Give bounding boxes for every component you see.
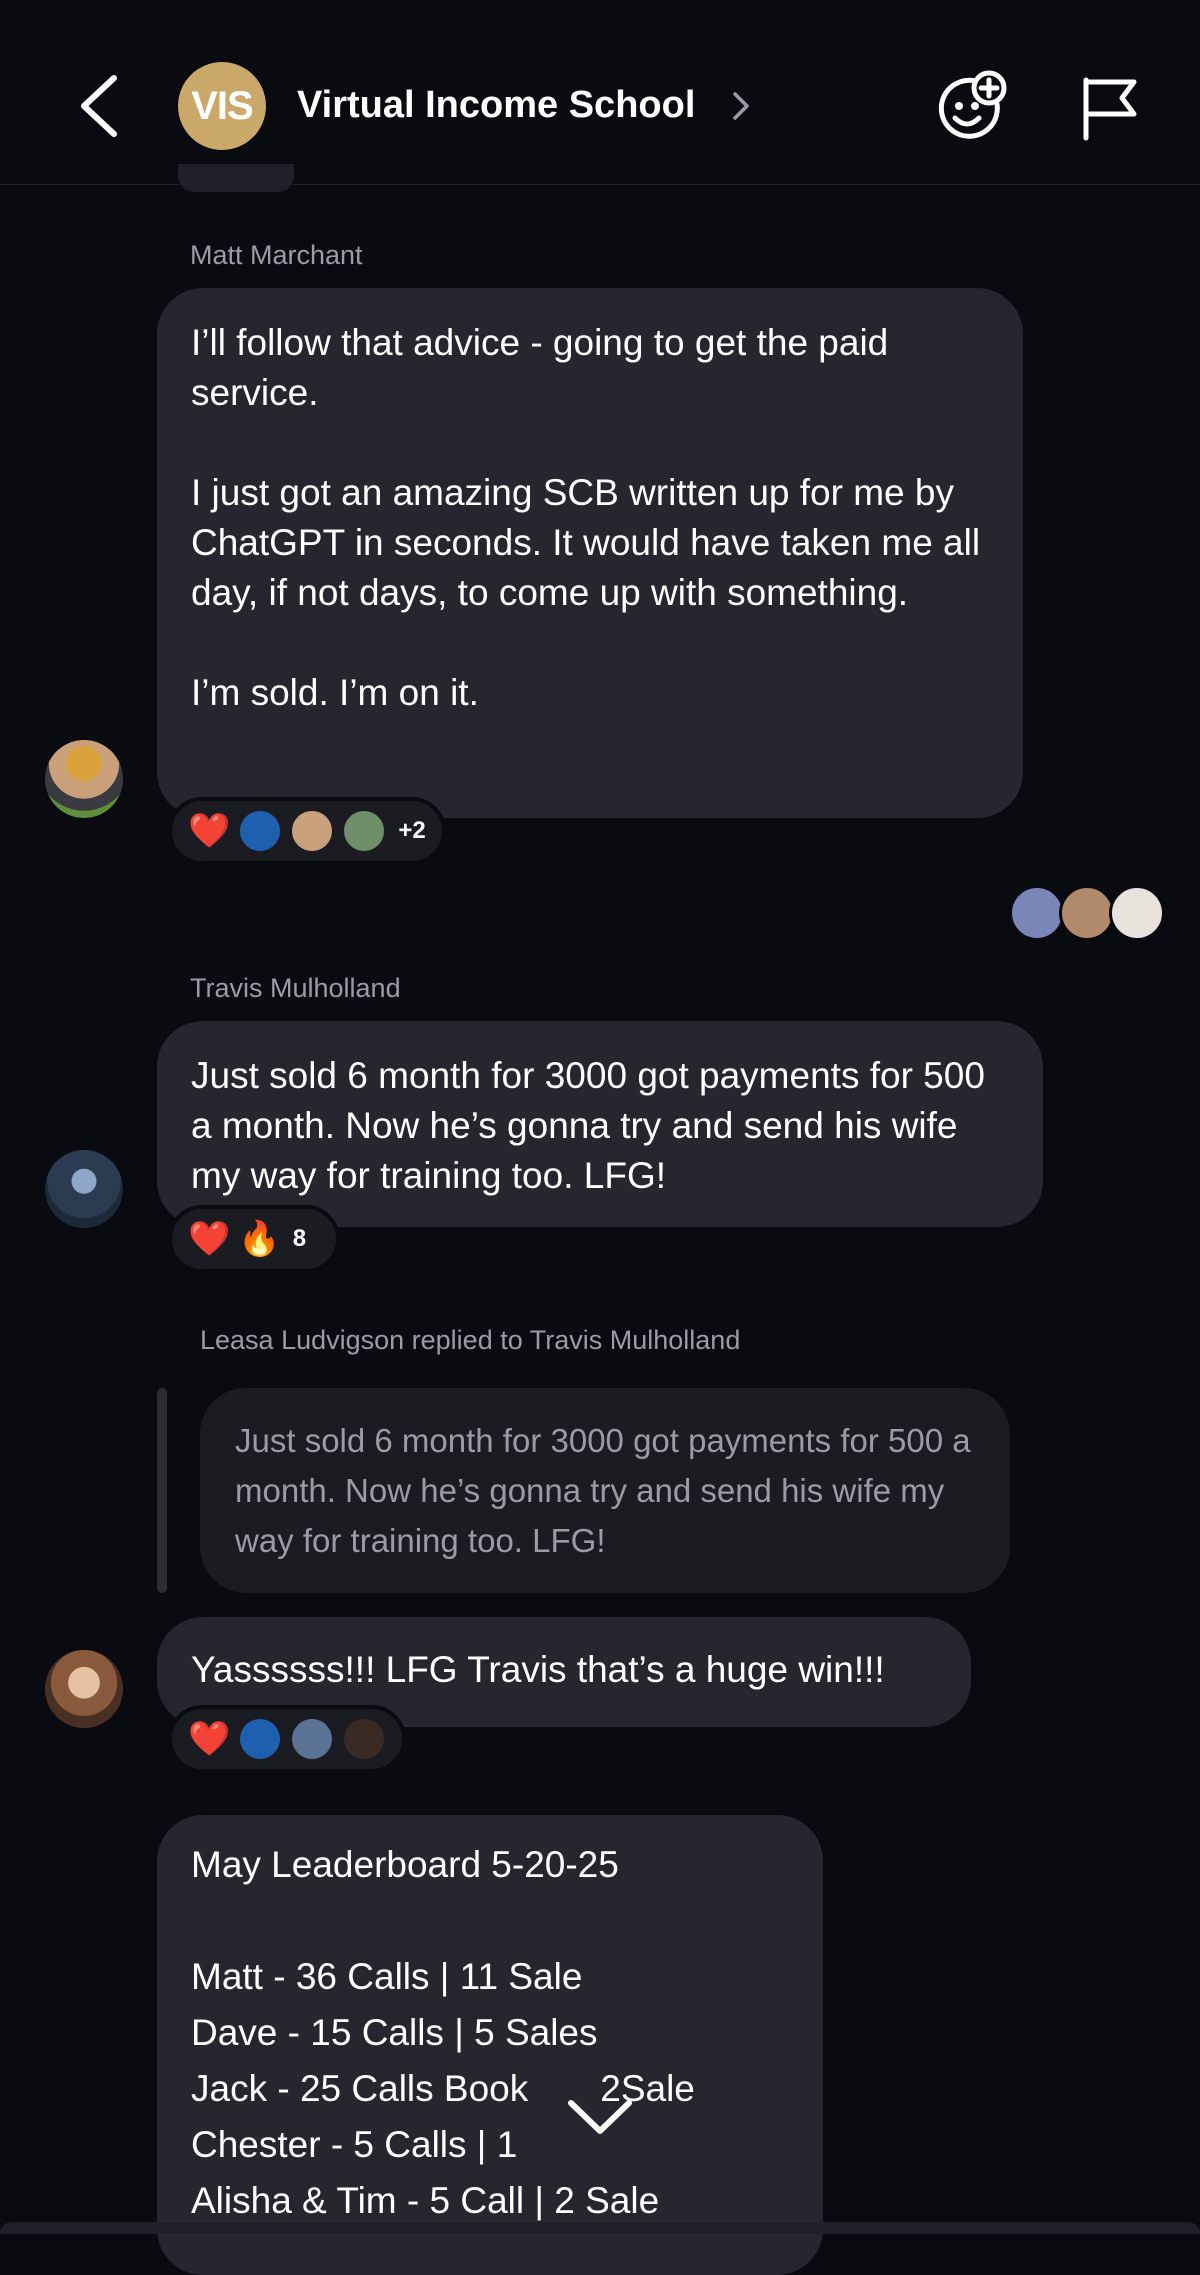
leaderboard-line: Dave - 15 Calls | 5 Sales [191,2012,598,2053]
reaction-count: +2 [398,817,426,844]
message-text: I just got an amazing SCB written up for… [191,472,981,613]
leaderboard-line: Alisha & Tim - 5 Call | 2 Sale [191,2180,660,2221]
fire-icon: 🔥 [238,1220,281,1258]
reader-avatar [1009,885,1065,941]
reactions-bar[interactable]: ❤️ 🔥 8 [168,1205,340,1273]
message-text: I’m sold. I’m on it. [191,672,479,713]
reactor-avatar [342,1717,387,1761]
leaderboard-line-part: Jack - 25 Calls Book [191,2068,529,2109]
group-title[interactable]: Virtual Income School [297,84,695,127]
chevron-right-icon[interactable] [730,88,752,124]
message-bubble[interactable]: I’ll follow that advice - going to get t… [157,288,1023,818]
reactions-bar[interactable]: ❤️ +2 [168,797,446,865]
emoji-add-icon[interactable] [935,70,1009,144]
reaction-count: 8 [292,1225,307,1252]
composer-edge [0,2222,1200,2234]
reactor-avatar [290,1717,335,1761]
message-text: Just sold 6 month for 3000 got payments … [191,1055,985,1196]
sender-name: Travis Mulholland [190,973,401,1003]
leaderboard-line: Matt - 36 Calls | 11 Sale [191,1956,583,1997]
avatar-travis[interactable] [45,1150,123,1228]
chat-header: VIS Virtual Income School [0,0,1200,185]
reactor-avatar [238,1717,283,1761]
quote-bar [157,1388,167,1593]
reactor-avatar [342,809,387,853]
reactions-bar[interactable]: ❤️ [168,1705,406,1773]
heart-icon: ❤️ [188,812,231,850]
scroll-down-button[interactable] [565,2095,635,2139]
sender-name: Matt Marchant [190,240,363,270]
avatar-leasa[interactable] [45,1650,123,1728]
heart-icon: ❤️ [188,1720,231,1758]
message-bubble[interactable]: May Leaderboard 5-20-25 Matt - 36 Calls … [157,1815,823,2275]
message-bubble[interactable]: Just sold 6 month for 3000 got payments … [157,1021,1043,1227]
reply-label: Leasa Ludvigson replied to Travis Mulhol… [200,1325,741,1355]
reader-avatar [1109,885,1165,941]
flag-icon[interactable] [1080,76,1140,142]
leaderboard-line: Chester - 5 Calls | 1 [191,2124,518,2165]
group-avatar[interactable]: VIS [178,62,266,150]
back-button[interactable] [70,70,130,142]
message-text: Yassssss!!! LFG Travis that’s a huge win… [191,1649,885,1690]
message-text: I’ll follow that advice - going to get t… [191,322,889,413]
leaderboard-title: May Leaderboard 5-20-25 [191,1844,619,1885]
read-receipts[interactable] [1009,885,1165,941]
heart-icon: ❤️ [188,1220,231,1258]
avatar-matt[interactable] [45,740,123,818]
quoted-message[interactable]: Just sold 6 month for 3000 got payments … [200,1388,1010,1593]
reactor-avatar [290,809,335,853]
reader-avatar [1059,885,1115,941]
leaderboard-line: Jack - 25 Calls Book 2Sale [191,2061,789,2117]
previous-reaction-pill [178,164,294,192]
reactor-avatar [238,809,283,853]
